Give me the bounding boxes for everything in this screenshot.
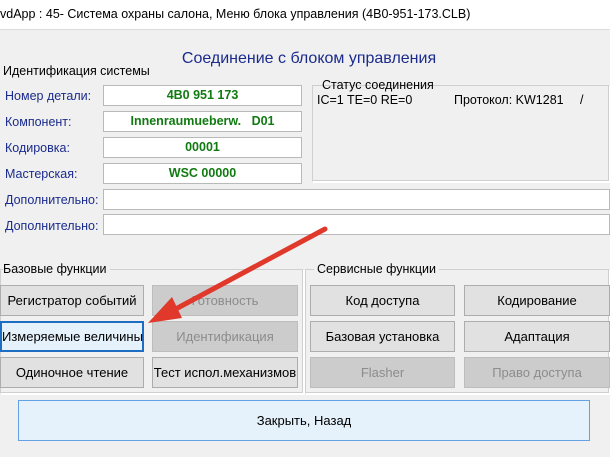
- measured-values-button[interactable]: Измеряемые величины: [0, 321, 144, 352]
- flasher-button[interactable]: Flasher: [310, 357, 455, 388]
- extra-field-1: [103, 189, 610, 210]
- coding-button[interactable]: Кодирование: [464, 285, 610, 316]
- readiness-button[interactable]: Готовность: [152, 285, 298, 316]
- extra-label-2: Дополнительно:: [5, 219, 99, 233]
- extra-label-1: Дополнительно:: [5, 193, 99, 207]
- part-number-label: Номер детали:: [5, 89, 92, 103]
- basic-setting-button[interactable]: Базовая установка: [310, 321, 455, 352]
- connection-status-title: Статус соединения: [322, 78, 434, 92]
- protocol-text: Протокол: KW1281: [454, 93, 564, 107]
- component-field: Innenraumueberw. D01: [103, 111, 302, 132]
- system-id-group-label: Идентификация системы: [3, 64, 150, 78]
- coding-field: 00001: [103, 137, 302, 158]
- basic-functions-label: Базовые функции: [3, 262, 110, 276]
- workshop-label: Мастерская:: [5, 167, 78, 181]
- access-rights-button[interactable]: Право доступа: [464, 357, 610, 388]
- window-title: vdApp : 45- Система охраны салона, Меню …: [0, 7, 471, 21]
- event-log-button[interactable]: Регистратор событий: [0, 285, 144, 316]
- close-back-button[interactable]: Закрыть, Назад: [18, 400, 590, 441]
- access-code-button[interactable]: Код доступа: [310, 285, 455, 316]
- adaptation-button[interactable]: Адаптация: [464, 321, 610, 352]
- activity-indicator: /: [580, 93, 584, 107]
- coding-label: Кодировка:: [5, 141, 70, 155]
- workshop-field: WSC 00000: [103, 163, 302, 184]
- connection-status-text: IC=1 TE=0 RE=0: [317, 93, 413, 107]
- part-number-field: 4B0 951 173: [103, 85, 302, 106]
- single-read-button[interactable]: Одиночное чтение: [0, 357, 144, 388]
- title-bar: vdApp : 45- Система охраны салона, Меню …: [0, 0, 610, 30]
- extra-field-2: [103, 214, 610, 235]
- component-label: Компонент:: [5, 115, 72, 129]
- service-functions-label: Сервисные функции: [314, 262, 440, 276]
- identification-button[interactable]: Идентификация: [152, 321, 298, 352]
- actuator-test-button[interactable]: Тест испол.механизмов: [152, 357, 298, 388]
